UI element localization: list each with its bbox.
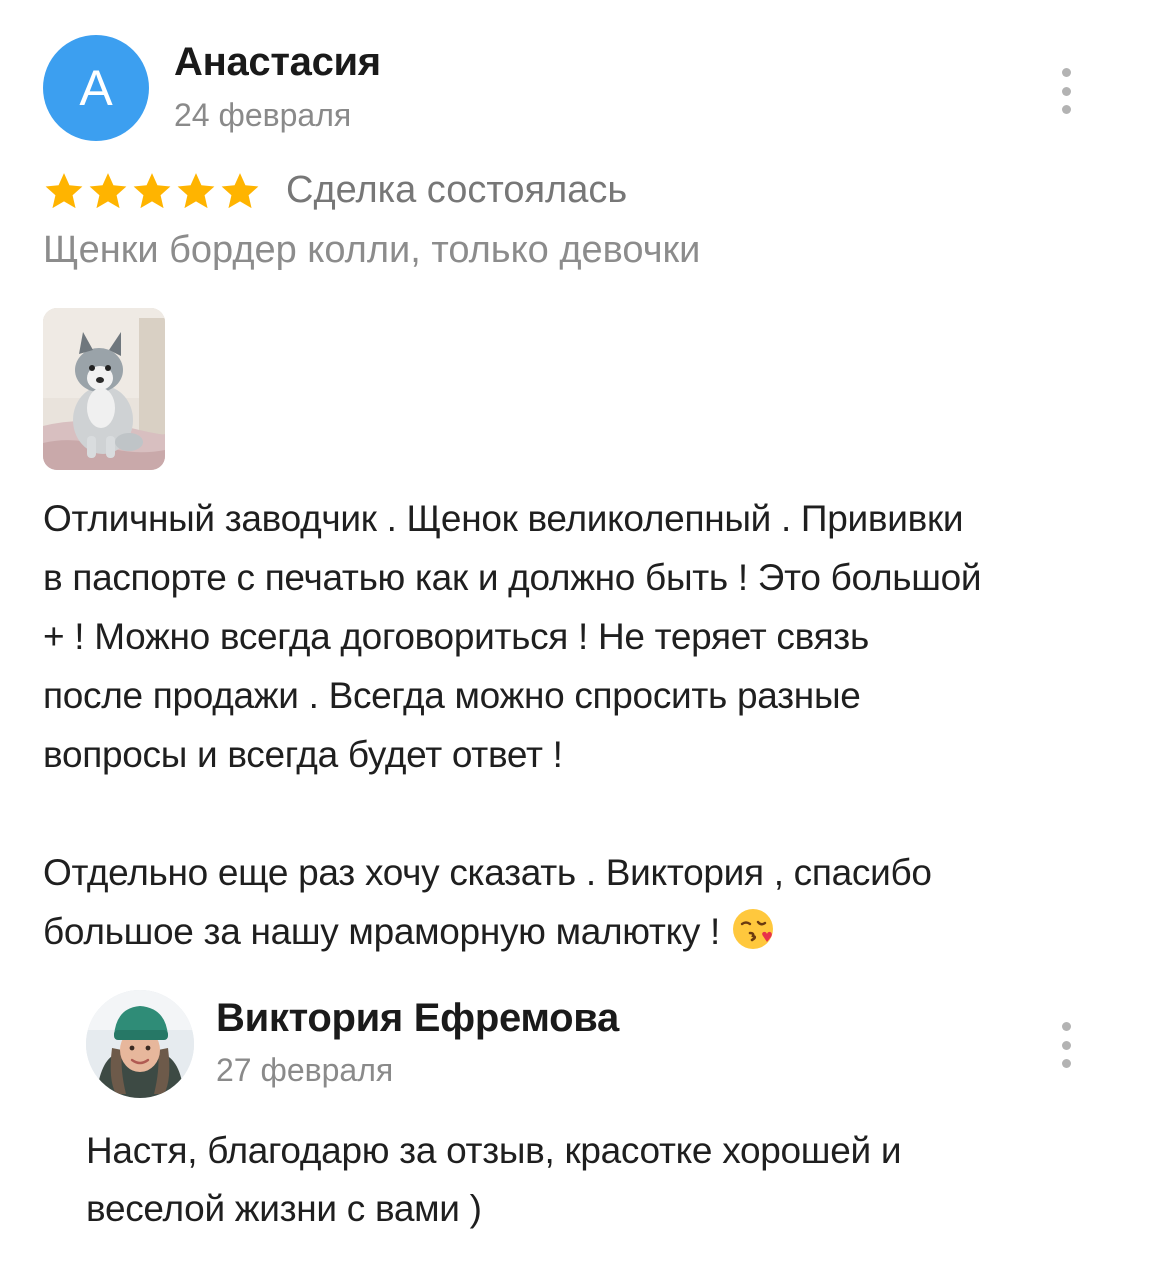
dot-icon [1061,105,1071,114]
reply-author-avatar[interactable] [86,990,194,1098]
review-text-line: вопросы и всегда будет ответ ! [43,734,563,775]
review-date: 24 февраля [174,97,352,133]
reply-text-line: Настя, благодарю за отзыв, красотке хоро… [86,1130,902,1171]
dot-icon [1061,1059,1071,1068]
avatar-letter: A [79,60,113,116]
puppy-photo-icon [43,308,165,470]
reply-text: Настя, благодарю за отзыв, красотке хоро… [86,1122,1126,1238]
star-icon [43,170,85,212]
reply-date: 27 февраля [216,1052,394,1088]
review-text-line: Отдельно еще раз хочу сказать . Виктория… [43,852,932,893]
reply-author-name[interactable]: Виктория Ефремова [216,996,619,1041]
star-icon [87,170,129,212]
review-more-options-button[interactable] [1054,68,1078,114]
dot-icon [1061,68,1071,77]
rating-stars [43,168,261,214]
review-text-line: Отличный заводчик . Щенок великолепный .… [43,498,964,539]
dot-icon [1061,1022,1071,1031]
dot-icon [1061,1040,1071,1050]
reply-text-line: веселой жизни с вами ) [86,1188,482,1229]
review-text-line: в паспорте с печатью как и должно быть !… [43,557,982,598]
deal-status: Сделка состоялась [286,169,628,211]
review-text-line: после продажи . Всегда можно спросить ра… [43,675,861,716]
star-icon [219,170,261,212]
reply-more-options-button[interactable] [1054,1022,1078,1068]
author-name[interactable]: Анастасия [174,40,381,85]
listing-title-link[interactable]: Щенки бордер колли, только девочки [43,229,700,272]
kissing-face-heart-icon [730,906,776,952]
star-icon [175,170,217,212]
dot-icon [1061,86,1071,96]
review-text-line: большое за нашу мраморную малютку ! [43,911,721,952]
author-avatar[interactable]: A [43,35,149,141]
user-photo-icon [86,990,194,1098]
review-text: Отличный заводчик . Щенок великолепный .… [43,489,1123,961]
review-text-line: + ! Можно всегда договориться ! Не теряе… [43,616,869,657]
star-icon [131,170,173,212]
review-text-line-with-emoji: большое за нашу мраморную малютку ! [43,902,1123,961]
review-photo-thumbnail[interactable] [43,308,165,470]
